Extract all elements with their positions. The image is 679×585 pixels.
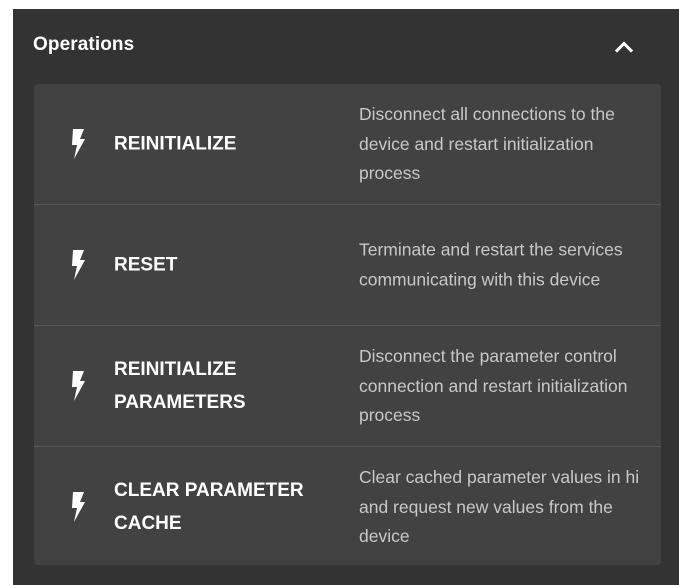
panel-title: Operations bbox=[33, 34, 135, 55]
lightning-bolt-icon bbox=[72, 250, 85, 280]
operation-label: CLEAR PARAMETER CACHE bbox=[114, 480, 304, 534]
operation-description: Disconnect all connections to the device… bbox=[359, 103, 615, 183]
operation-reset[interactable]: RESET Terminate and restart the services… bbox=[34, 204, 661, 325]
collapse-button[interactable] bbox=[610, 33, 638, 61]
lightning-bolt-icon bbox=[72, 492, 85, 522]
operation-reinitialize-parameters[interactable]: REINITIALIZE PARAMETERS Disconnect the p… bbox=[34, 325, 661, 446]
operation-reinitialize[interactable]: REINITIALIZE Disconnect all connections … bbox=[34, 84, 661, 204]
operation-label: RESET bbox=[114, 254, 178, 276]
operations-list: REINITIALIZE Disconnect all connections … bbox=[34, 84, 661, 565]
chevron-up-icon bbox=[614, 41, 634, 53]
lightning-bolt-icon bbox=[72, 371, 85, 401]
operation-description: Terminate and restart the services commu… bbox=[359, 239, 623, 290]
lightning-bolt-icon bbox=[72, 129, 85, 159]
operation-label: REINITIALIZE bbox=[114, 133, 237, 155]
operation-label: REINITIALIZE PARAMETERS bbox=[114, 359, 246, 413]
operation-description: Clear cached parameter values in hi and … bbox=[359, 466, 640, 546]
operations-panel: Operations REINITIALIZE Disconnect all c… bbox=[13, 9, 679, 585]
operation-clear-parameter-cache[interactable]: CLEAR PARAMETER CACHE Clear cached param… bbox=[34, 446, 661, 565]
panel-header[interactable]: Operations bbox=[13, 9, 679, 83]
operation-description: Disconnect the parameter control connect… bbox=[359, 345, 628, 425]
